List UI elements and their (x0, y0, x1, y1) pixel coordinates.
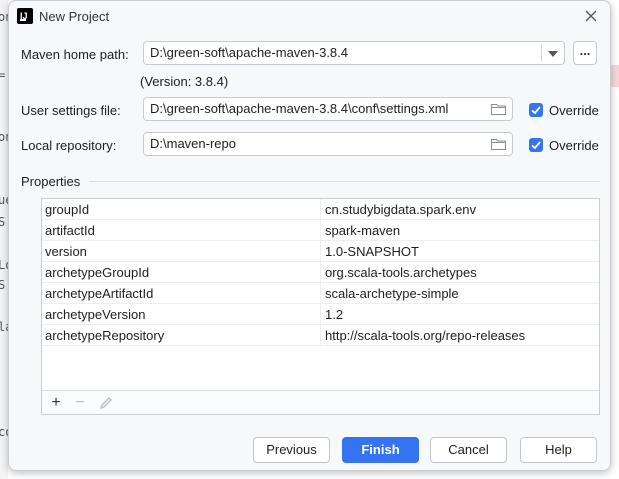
property-value: scala-archetype-simple (325, 286, 459, 301)
properties-table: groupId cn.studybigdata.spark.env artifa… (41, 198, 600, 415)
user-settings-value: D:\green-soft\apache-maven-3.8.4\conf\se… (150, 101, 449, 116)
intellij-idea-icon: IJ (17, 8, 33, 24)
bg-fragment: S (0, 278, 6, 292)
previous-button[interactable]: Previous (253, 437, 330, 463)
title-bar[interactable]: IJ New Project (9, 1, 610, 31)
dialog-title: New Project (39, 9, 110, 24)
folder-icon[interactable] (491, 103, 506, 115)
property-key: archetypeGroupId (45, 265, 150, 280)
bg-fragment: co (0, 425, 8, 439)
user-settings-override-label[interactable]: Override (549, 103, 599, 118)
maven-home-label: Maven home path: (21, 47, 129, 62)
bg-fragment: Lo (0, 258, 8, 272)
background-ide-strip: on = on ue S Lo S la co (0, 0, 8, 479)
bg-fragment: on (0, 10, 8, 24)
table-row[interactable]: archetypeArtifactId scala-archetype-simp… (42, 283, 599, 304)
background-highlight (611, 65, 619, 87)
checkmark-icon (531, 141, 541, 150)
bg-fragment: on (0, 130, 8, 144)
bg-fragment: la (0, 320, 8, 334)
remove-property-button[interactable]: − (70, 393, 90, 413)
properties-toolbar: + − (42, 390, 599, 414)
pencil-icon (99, 397, 112, 410)
combo-separator (541, 44, 542, 62)
user-settings-field[interactable]: D:\green-soft\apache-maven-3.8.4\conf\se… (143, 97, 513, 121)
table-row[interactable]: groupId cn.studybigdata.spark.env (42, 199, 599, 220)
property-value: org.scala-tools.archetypes (325, 265, 477, 280)
property-key: archetypeRepository (45, 328, 165, 343)
maven-home-value: D:\green-soft\apache-maven-3.8.4 (150, 45, 348, 60)
property-value: 1.2 (325, 307, 344, 322)
local-repository-override-checkbox[interactable] (529, 138, 543, 152)
table-row[interactable]: version 1.0-SNAPSHOT (42, 241, 599, 262)
browse-maven-home-button[interactable]: ... (573, 41, 597, 65)
property-value: cn.studybigdata.spark.env (325, 202, 477, 217)
table-row[interactable]: archetypeRepository http://scala-tools.o… (42, 325, 599, 346)
cancel-button[interactable]: Cancel (430, 437, 507, 463)
close-button[interactable] (582, 7, 600, 25)
property-key: archetypeVersion (45, 307, 146, 322)
close-icon (585, 10, 597, 22)
local-repository-override-label[interactable]: Override (549, 138, 599, 153)
edit-property-button[interactable] (96, 393, 116, 413)
table-row[interactable]: archetypeGroupId org.scala-tools.archety… (42, 262, 599, 283)
checkmark-icon (531, 106, 541, 115)
property-value: 1.0-SNAPSHOT (325, 244, 419, 259)
maven-version-text: (Version: 3.8.4) (140, 74, 229, 89)
chevron-down-icon[interactable] (548, 51, 558, 57)
local-repository-value: D:\maven-repo (150, 136, 236, 151)
table-row[interactable]: archetypeVersion 1.2 (42, 304, 599, 325)
add-property-button[interactable]: + (46, 393, 66, 413)
property-value: spark-maven (325, 223, 401, 238)
bg-fragment: = (0, 68, 6, 82)
section-divider (89, 181, 600, 182)
new-project-dialog: IJ New Project Maven home path: D:\green… (8, 0, 611, 471)
bg-fragment: ue (0, 193, 8, 207)
property-key: artifactId (45, 223, 95, 238)
folder-icon[interactable] (491, 138, 506, 150)
local-repository-label: Local repository: (21, 138, 117, 153)
properties-section-title: Properties (21, 174, 81, 189)
maven-home-combobox[interactable]: D:\green-soft\apache-maven-3.8.4 (143, 41, 565, 65)
user-settings-override-checkbox[interactable] (529, 103, 543, 117)
property-key: archetypeArtifactId (45, 286, 154, 301)
local-repository-field[interactable]: D:\maven-repo (143, 132, 513, 156)
property-key: groupId (45, 202, 90, 217)
help-button[interactable]: Help (520, 437, 597, 463)
property-key: version (45, 244, 87, 259)
finish-button[interactable]: Finish (342, 437, 419, 463)
bg-fragment: S (0, 215, 6, 229)
property-value: http://scala-tools.org/repo-releases (325, 328, 526, 343)
user-settings-label: User settings file: (21, 103, 121, 118)
table-row[interactable]: artifactId spark-maven (42, 220, 599, 241)
